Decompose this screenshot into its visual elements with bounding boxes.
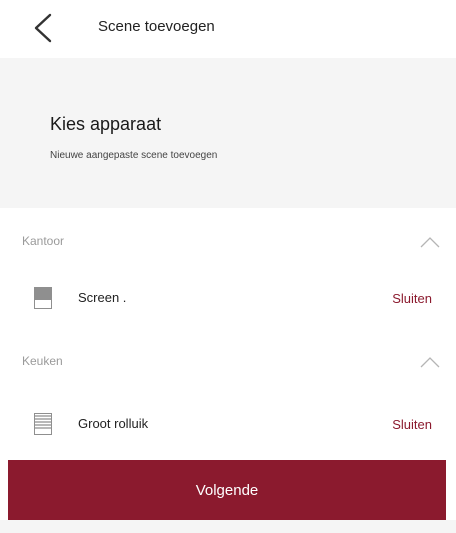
device-row-screen[interactable]: Screen . Sluiten — [0, 277, 456, 323]
roller-shutter-icon — [34, 413, 52, 435]
room-header-kantoor[interactable]: Kantoor — [0, 222, 456, 262]
device-name: Screen . — [78, 290, 127, 305]
screen-blind-icon — [34, 287, 52, 309]
next-button[interactable]: Volgende — [8, 460, 446, 520]
room-label: Keuken — [22, 354, 63, 368]
chevron-up-icon[interactable] — [418, 232, 442, 252]
section-subtitle: Nieuwe aangepaste scene toevoegen — [50, 150, 218, 161]
device-name: Groot rolluik — [78, 416, 149, 431]
intro-panel: Kies apparaat Nieuwe aangepaste scene to… — [0, 58, 456, 208]
page-title: Scene toevoegen — [98, 18, 215, 35]
app-header: Scene toevoegen — [0, 0, 456, 58]
room-label: Kantoor — [22, 234, 65, 248]
chevron-left-icon[interactable] — [30, 12, 56, 44]
bottom-strip — [0, 520, 456, 533]
close-action-link[interactable]: Sluiten — [392, 417, 432, 432]
close-action-link[interactable]: Sluiten — [392, 291, 432, 306]
chevron-up-icon[interactable] — [418, 352, 442, 372]
section-title: Kies apparaat — [50, 114, 162, 134]
device-row-groot-rolluik[interactable]: Groot rolluik Sluiten — [0, 403, 456, 449]
room-header-keuken[interactable]: Keuken — [0, 342, 456, 382]
